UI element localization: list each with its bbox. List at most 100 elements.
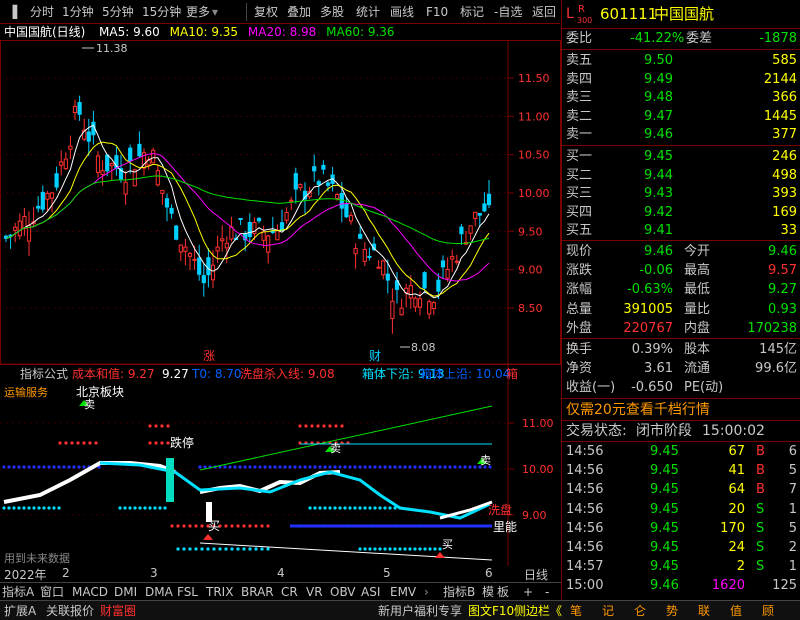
cyan-dot	[358, 506, 362, 510]
button-diejia[interactable]: 叠加	[287, 0, 311, 24]
candle-body	[49, 192, 55, 199]
candle-body	[473, 211, 478, 220]
tab-asi[interactable]: ASI	[361, 583, 380, 601]
blue-dot	[373, 465, 377, 469]
bottom-tool-icon[interactable]: 联	[698, 601, 710, 620]
tab-cr[interactable]: CR	[281, 583, 298, 601]
tab-5min[interactable]: 5分钟	[102, 0, 134, 24]
tick-row: 14:56 9.45 170 S 5	[562, 520, 800, 538]
toolbar-menu-icon[interactable]: ▐	[8, 0, 17, 24]
bottom-tool-icon[interactable]: 笔	[570, 601, 582, 620]
button-tongji[interactable]: 统计	[356, 0, 380, 24]
candle-body	[376, 266, 381, 269]
tab-indicator-a[interactable]: 指标A	[2, 583, 34, 601]
kline-chart[interactable]: 11.50 11.00 10.50 10.00 9.50 9.00 8.50 11.38 8…	[0, 40, 561, 566]
tick-price: 9.45	[650, 482, 679, 498]
tab-window[interactable]: 窗口	[40, 583, 64, 601]
tab-15min[interactable]: 15分钟	[142, 0, 181, 24]
more-dropdown-icon[interactable]: ▾	[212, 0, 218, 24]
cyan-dot	[398, 547, 402, 551]
bid-volume: 246	[772, 149, 797, 164]
candle-body	[482, 203, 487, 212]
tab-emv[interactable]: EMV	[390, 583, 416, 601]
candle-body	[486, 193, 492, 206]
button-related-quote[interactable]: 关联报价	[46, 601, 94, 620]
promo-banner[interactable]: 仅需20元查看千档行情	[562, 401, 800, 419]
candle-body	[367, 255, 372, 258]
tab-vr[interactable]: VR	[306, 583, 323, 601]
button-wealth-circle[interactable]: 财富圈	[100, 601, 136, 620]
tab-dma[interactable]: DMA	[145, 583, 173, 601]
tab-brar[interactable]: BRAR	[241, 583, 274, 601]
button-zixuan[interactable]: -自选	[494, 0, 522, 24]
candle-body	[454, 260, 459, 263]
blue-dot	[358, 465, 362, 469]
tab-scroll-right-icon[interactable]: ›	[424, 583, 429, 601]
label-sell-3: 卖	[480, 454, 491, 467]
tab-1min[interactable]: 1分钟	[62, 0, 94, 24]
tab-mo[interactable]: 模	[482, 583, 494, 601]
period-label[interactable]: 日线	[524, 566, 548, 583]
cyan-dot	[194, 547, 198, 551]
cyan-dot	[373, 506, 377, 510]
cyan-dot	[388, 506, 392, 510]
bid-volume: 169	[772, 204, 797, 220]
tick-row: 14:56 9.45 24 S 2	[562, 539, 800, 557]
cyan-dot	[383, 506, 387, 510]
bottom-tool-icon[interactable]: 记	[602, 601, 614, 620]
cyan-dot	[363, 506, 367, 510]
cyan-dot	[27, 506, 31, 510]
button-f10-graphic[interactable]: 图文F10	[468, 601, 514, 620]
cyan-dot	[353, 506, 357, 510]
blue-dot	[398, 465, 402, 469]
zoom-in-button[interactable]: +	[523, 583, 533, 601]
candle-body	[238, 218, 243, 221]
red-dot	[88, 441, 92, 445]
blue-dot	[42, 465, 46, 469]
button-fuquan[interactable]: 复权	[254, 0, 278, 24]
tick-price: 9.45	[650, 520, 679, 536]
tick-count: 6	[788, 444, 797, 459]
tick-count: 5	[788, 463, 797, 479]
cyan-dot	[230, 547, 234, 551]
tick-count: 2	[788, 540, 797, 555]
bottom-tool-icon[interactable]: 值	[730, 601, 742, 620]
tab-fenshi[interactable]: 分时	[30, 0, 54, 24]
button-huaxian[interactable]: 画线	[390, 0, 414, 24]
tab-more[interactable]: 更多	[186, 0, 210, 24]
button-f10[interactable]: F10	[426, 0, 448, 24]
cyan-dot	[383, 547, 387, 551]
tab-obv[interactable]: OBV	[330, 583, 356, 601]
time-label-apr: 4	[277, 566, 285, 580]
tab-fsl[interactable]: FSL	[177, 583, 198, 601]
button-extend[interactable]: 扩展A	[4, 601, 36, 620]
tab-ban[interactable]: 板	[497, 583, 509, 601]
red-dot	[334, 424, 338, 428]
cyan-dot	[163, 506, 167, 510]
bottom-tool-icon[interactable]: 势	[666, 601, 678, 620]
time-label-jun: 6	[485, 566, 493, 580]
button-new-user-benefit[interactable]: 新用户福利专享	[378, 601, 462, 620]
ask-price: 9.47	[644, 108, 673, 124]
tab-macd[interactable]: MACD	[72, 583, 108, 601]
tab-indicator-b[interactable]: 指标B	[443, 583, 475, 601]
cyan-dot	[393, 547, 397, 551]
candle-body	[155, 170, 160, 186]
board-label[interactable]: 北京板块	[76, 385, 124, 399]
tick-row: 14:56 9.45 20 S 1	[562, 501, 800, 519]
button-biaoji[interactable]: 标记	[460, 0, 484, 24]
zoom-out-button[interactable]: -	[545, 583, 549, 601]
button-sidebar[interactable]: 侧边栏《	[514, 601, 562, 620]
red-dot	[58, 441, 62, 445]
bottom-tool-icon[interactable]: 仑	[634, 601, 646, 620]
button-back[interactable]: 返回	[532, 0, 556, 24]
indicator-header: 指标公式 成本和值: 9.27 9.27 T0: 8.70 洗盘杀入线: 9.0…	[20, 366, 518, 381]
ask-volume: 2144	[763, 71, 797, 87]
tab-trix[interactable]: TRIX	[206, 583, 233, 601]
button-duogu[interactable]: 多股	[320, 0, 344, 24]
bottom-tool-icon[interactable]: 顾	[762, 601, 774, 620]
price-tick-label: 11.50	[518, 72, 550, 85]
blue-dot	[468, 465, 472, 469]
tab-dmi[interactable]: DMI	[114, 583, 137, 601]
tick-row: 15:00 9.46 1620 125	[562, 577, 800, 595]
